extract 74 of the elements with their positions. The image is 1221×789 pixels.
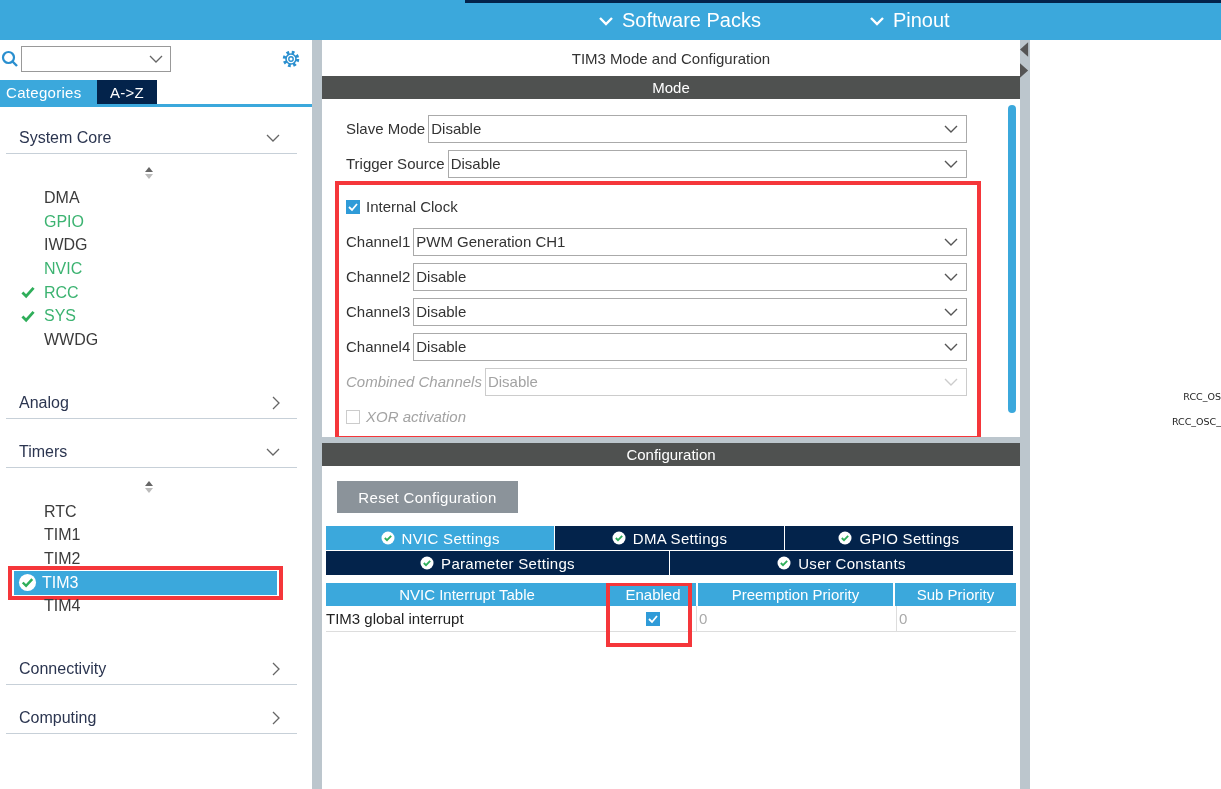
chevron-down-icon [149,55,163,63]
chevron-down-icon [266,134,280,142]
category-header[interactable]: Computing [6,703,297,735]
chevron-down-icon [868,15,885,26]
section-header: Mode [322,76,1020,99]
settings-tab[interactable]: User Constants [670,551,1013,575]
chevron-down-icon [944,124,958,133]
field-label: Slave Mode [346,120,426,137]
chevron-down-icon [944,307,958,316]
sort-icon[interactable] [144,166,154,180]
dropdown[interactable]: Disable [413,297,967,326]
column-header: Preemption Priority [698,583,893,606]
field-label: Channel4 [346,338,411,355]
peripheral-item[interactable]: TIM4 [6,594,297,619]
chevron-down-icon [944,237,958,246]
check-circle-icon [611,531,626,545]
column-header: Sub Priority [895,583,1016,606]
settings-tab[interactable]: Parameter Settings [326,551,669,575]
checkbox[interactable] [346,199,360,214]
peripheral-item[interactable]: DMA [6,186,297,210]
dropdown[interactable]: Disable [413,332,967,361]
field-label: Channel3 [346,303,411,320]
field-label: Channel2 [346,268,411,285]
settings-tab[interactable]: GPIO Settings [784,526,1013,550]
expand-right-icon[interactable] [1020,63,1029,78]
dropdown[interactable]: Disable [447,149,967,178]
table-cell: 0 [696,606,896,631]
pin-label: RCC_OSC_ [1171,416,1221,427]
dropdown[interactable]: PWM Generation CH1 [413,227,967,256]
peripheral-item[interactable]: TIM2 [6,547,297,571]
check-circle-icon [420,556,435,570]
collapse-left-icon[interactable] [1020,42,1029,57]
settings-icon[interactable] [281,49,301,69]
category-header[interactable]: System Core [6,123,297,154]
field-label: Trigger Source [346,155,445,172]
table-cell: 0 [896,606,1016,631]
peripheral-item[interactable]: WWDG [6,328,297,352]
peripheral-item[interactable]: TIM1 [6,523,297,548]
scrollbar[interactable] [1008,105,1016,413]
field-label: Combined Channels [346,373,482,390]
check-circle-icon [777,556,792,570]
checkbox-label: Internal Clock [366,198,458,215]
chevron-down-icon [944,159,958,168]
column-header: NVIC Interrupt Table [326,583,608,606]
pin-label: RCC_OS [1183,391,1221,402]
dropdown[interactable]: Disable [413,262,967,291]
peripheral-item[interactable]: IWDG [6,233,297,258]
field-label: Channel1 [346,233,411,250]
chevron-down-icon [266,447,280,456]
chevron-right-icon [272,711,280,726]
checkbox-label: XOR activation [366,408,467,425]
settings-tab[interactable]: DMA Settings [555,526,784,550]
search-icon [1,50,19,68]
panel-title: TIM3 Mode and Configuration [570,48,772,69]
check-circle-icon [838,531,853,545]
section-header: Configuration [322,443,1020,466]
chevron-down-icon [944,272,958,281]
chevron-down-icon [944,377,958,386]
sidebar-scrollbar[interactable] [312,40,322,789]
chevron-down-icon [944,342,958,351]
category-header[interactable]: Analog [6,387,297,419]
check-circle-icon [380,531,395,545]
chevron-right-icon [272,395,280,410]
peripheral-item[interactable]: RTC [6,499,297,524]
table-cell-text: TIM3 global interrupt [326,609,465,629]
category-header[interactable]: Connectivity [6,654,297,686]
chevron-right-icon [272,662,280,677]
category-header[interactable]: Timers [6,436,297,468]
search-field[interactable] [21,46,171,72]
sort-icon[interactable] [144,479,154,494]
dropdown[interactable]: Disable [428,114,967,143]
checkbox[interactable] [646,611,660,626]
sidebar-tab[interactable]: A->Z [97,80,157,104]
chevron-down-icon [598,15,614,26]
